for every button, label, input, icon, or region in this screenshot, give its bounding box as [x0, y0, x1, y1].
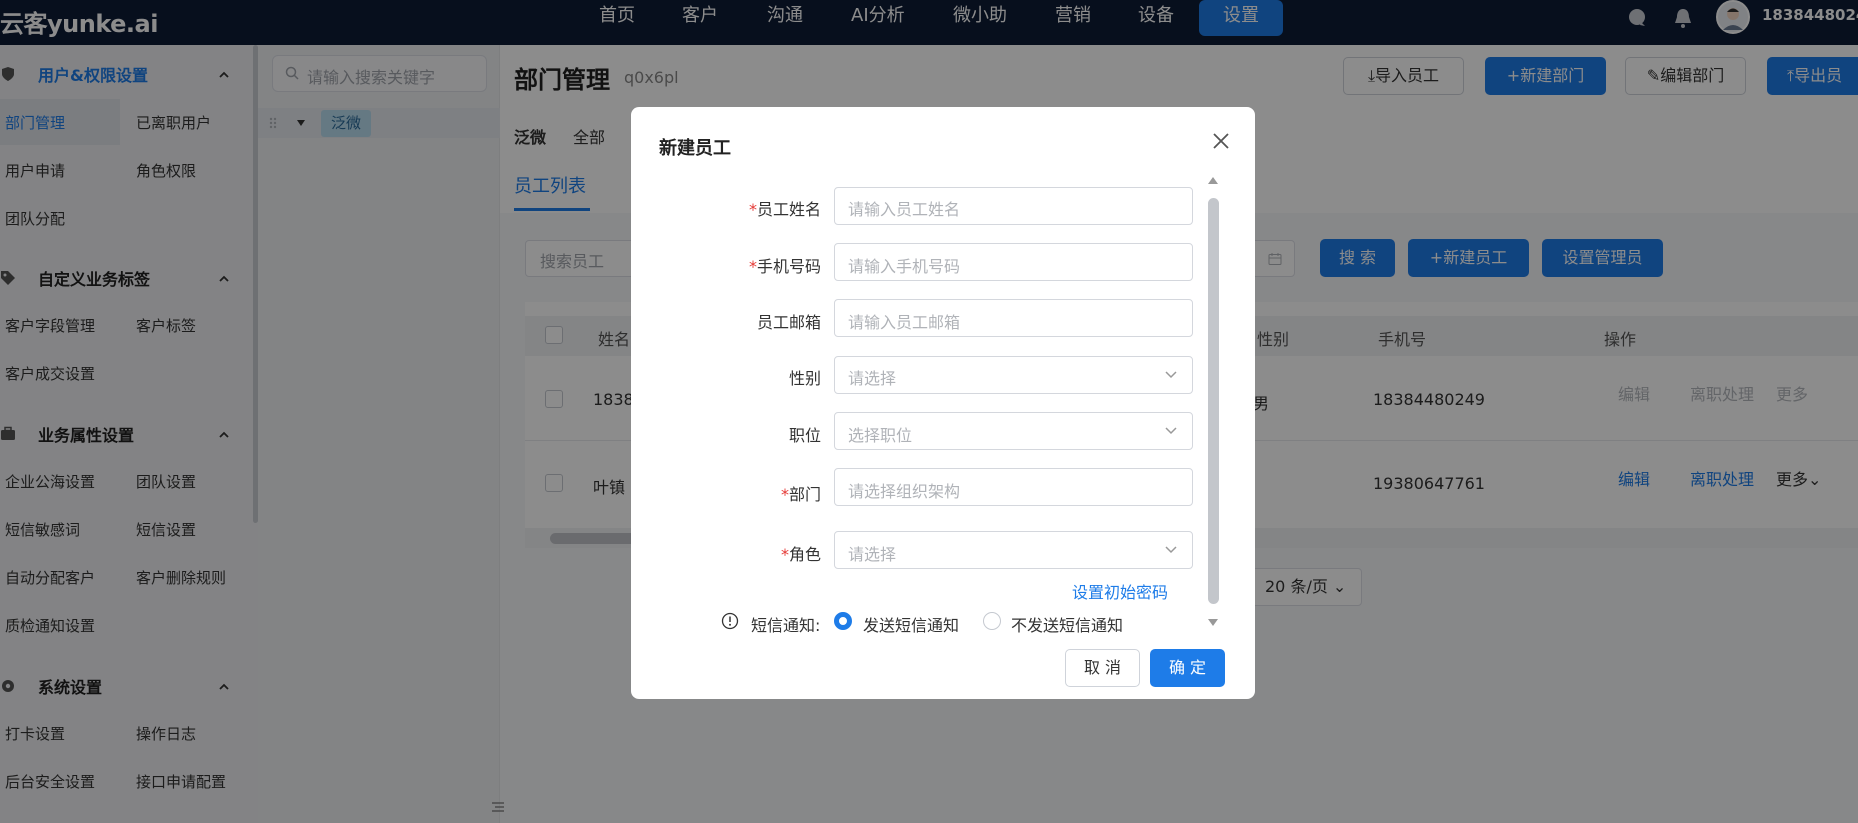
required-mark: *: [780, 485, 789, 504]
sms-notify-label: 短信通知:: [751, 616, 821, 635]
scroll-down-icon[interactable]: [1206, 618, 1220, 628]
scroll-up-icon[interactable]: [1206, 175, 1220, 185]
dialog-scroll-thumb[interactable]: [1208, 198, 1219, 604]
field-gender-label: 性别: [788, 369, 821, 388]
chevron-down-icon: [1165, 371, 1177, 379]
field-role-label: *角色: [661, 541, 821, 565]
dialog-title: 新建员工: [659, 138, 731, 159]
confirm-button[interactable]: 确 定: [1150, 649, 1225, 687]
field-phone-label: *手机号码: [661, 253, 821, 277]
label-text: 部门: [788, 485, 821, 504]
cancel-button[interactable]: 取 消: [1065, 649, 1140, 687]
sms-no-send-radio[interactable]: [983, 612, 1001, 630]
label-text: 角色: [788, 545, 821, 564]
role-placeholder: 请选择: [848, 545, 897, 564]
position-placeholder: 选择职位: [848, 426, 913, 445]
field-dept-label: *部门: [661, 481, 821, 505]
chevron-down-icon: [1165, 546, 1177, 554]
email-placeholder: 请输入员工邮箱: [848, 313, 961, 332]
field-email-label: 员工邮箱: [756, 313, 821, 332]
required-mark: *: [780, 545, 789, 564]
field-position-label: 职位: [788, 426, 821, 445]
info-icon: [721, 612, 739, 630]
gender-placeholder: 请选择: [848, 369, 897, 388]
sms-send-radio[interactable]: [834, 612, 852, 630]
field-name-label: *员工姓名: [661, 196, 821, 220]
dept-placeholder: 请选择组织架构: [848, 482, 961, 501]
close-icon[interactable]: [1209, 129, 1233, 153]
chevron-down-icon: [1165, 427, 1177, 435]
set-initial-password-link[interactable]: 设置初始密码: [1072, 579, 1168, 603]
phone-placeholder: 请输入手机号码: [848, 257, 961, 276]
required-mark: *: [748, 200, 757, 219]
employee-name-placeholder: 请输入员工姓名: [848, 200, 961, 219]
label-text: 手机号码: [756, 257, 821, 276]
required-mark: *: [748, 257, 757, 276]
label-text: 员工姓名: [756, 200, 821, 219]
sms-send-label[interactable]: 发送短信通知: [863, 612, 959, 636]
sms-no-send-label[interactable]: 不发送短信通知: [1011, 612, 1123, 636]
